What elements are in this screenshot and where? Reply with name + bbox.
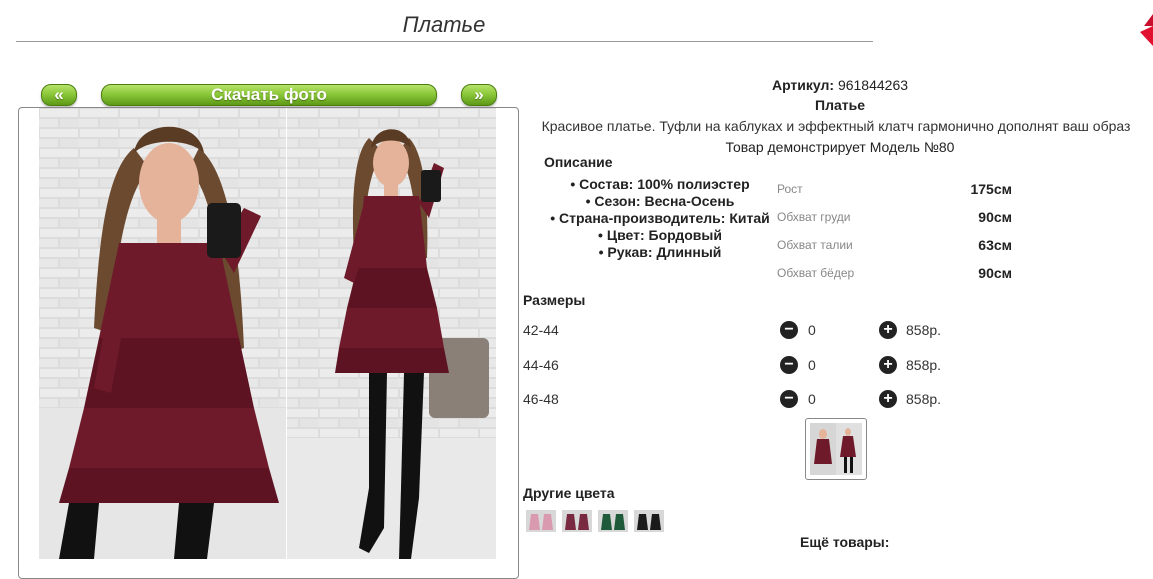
size-label: 46-48: [523, 391, 559, 407]
measurement-label: Рост: [777, 182, 803, 196]
article-line: Артикул: 961844263: [640, 77, 1040, 93]
description-item: Состав: 100% полиэстер: [540, 176, 780, 193]
quantity-value: 0: [808, 357, 816, 373]
price-value: 858р.: [906, 391, 942, 407]
product-photo[interactable]: [39, 108, 496, 559]
title-divider: [16, 41, 873, 42]
minus-icon[interactable]: −: [780, 321, 798, 339]
product-name: Платье: [815, 97, 865, 113]
page-title: Платье: [402, 12, 486, 37]
color-swatch[interactable]: [634, 510, 664, 532]
more-products-heading: Ещё товары:: [800, 534, 890, 550]
minus-icon[interactable]: −: [780, 356, 798, 374]
measurement-value: 90см: [978, 265, 1012, 281]
plus-icon[interactable]: +: [879, 321, 897, 339]
plus-icon[interactable]: +: [879, 390, 897, 408]
article-label: Артикул:: [771, 77, 835, 93]
size-label: 42-44: [523, 322, 559, 338]
color-swatch[interactable]: [526, 510, 556, 532]
description-heading: Описание: [544, 154, 613, 170]
measurement-label: Обхват талии: [777, 238, 853, 252]
description-item: Рукав: Длинный: [540, 244, 780, 261]
sizes-heading: Размеры: [523, 292, 586, 308]
previous-photo-button[interactable]: «: [41, 84, 77, 106]
quantity-value: 0: [808, 391, 816, 407]
article-value: 961844263: [837, 77, 909, 93]
description-list: Состав: 100% полиэстер Сезон: Весна-Осен…: [540, 176, 780, 261]
model-line: Товар демонстрирует Модель №80: [725, 139, 955, 155]
next-photo-button[interactable]: »: [461, 84, 497, 106]
measurement-value: 90см: [978, 209, 1012, 225]
product-description: Красивое платье. Туфли на каблуках и эфф…: [541, 118, 1131, 134]
price-value: 858р.: [906, 357, 942, 373]
measurement-label: Обхват груди: [777, 210, 851, 224]
minus-icon[interactable]: −: [780, 390, 798, 408]
plus-icon[interactable]: +: [879, 356, 897, 374]
logo-icon: [1140, 14, 1153, 46]
size-label: 44-46: [523, 357, 559, 373]
other-colors-heading: Другие цвета: [523, 485, 615, 501]
measurement-value: 175см: [970, 181, 1012, 197]
price-value: 858р.: [906, 322, 942, 338]
download-photo-button[interactable]: Скачать фото: [101, 84, 437, 106]
measurement-label: Обхват бёдер: [777, 266, 855, 280]
color-swatch[interactable]: [562, 510, 592, 532]
description-item: Сезон: Весна-Осень: [540, 193, 780, 210]
description-item: Страна-производитель: Китай: [540, 210, 780, 227]
photo-thumbnail[interactable]: [805, 418, 867, 480]
measurement-value: 63см: [978, 237, 1012, 253]
color-swatch[interactable]: [598, 510, 628, 532]
description-item: Цвет: Бордовый: [540, 227, 780, 244]
quantity-value: 0: [808, 322, 816, 338]
